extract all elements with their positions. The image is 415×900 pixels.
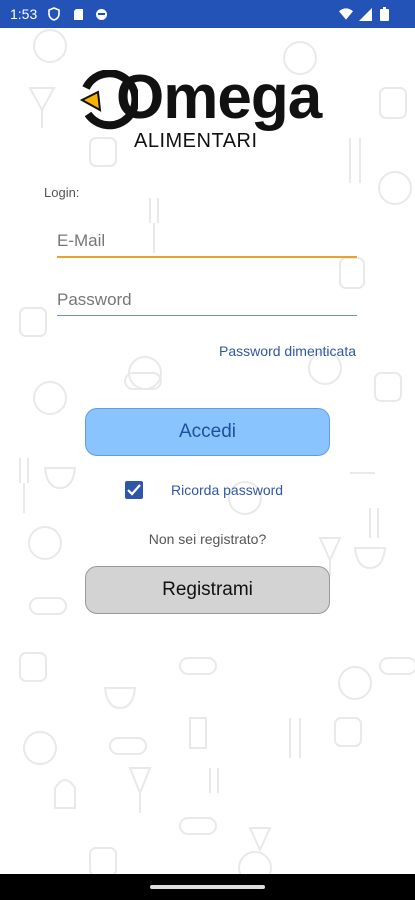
remember-password-checkbox[interactable] bbox=[125, 481, 143, 499]
email-field-container bbox=[57, 226, 357, 258]
login-section-label: Login: bbox=[44, 185, 80, 200]
navigation-bar bbox=[0, 874, 415, 900]
sim-card-icon bbox=[71, 7, 85, 21]
email-field[interactable] bbox=[57, 226, 357, 256]
logo-subtitle: ALIMENTARI bbox=[134, 130, 258, 152]
password-field-container bbox=[57, 285, 357, 316]
remember-password-label: Ricorda password bbox=[171, 482, 284, 498]
forgot-password-link[interactable]: Password dimenticata bbox=[219, 343, 356, 359]
face-icon bbox=[94, 7, 108, 21]
wifi-icon bbox=[339, 7, 353, 21]
logo-wordmark: Omega bbox=[116, 63, 322, 132]
home-gesture-handle[interactable] bbox=[150, 885, 265, 889]
battery-icon bbox=[377, 7, 391, 21]
not-registered-text: Non sei registrato? bbox=[148, 531, 267, 547]
remember-password-row[interactable]: Ricorda password bbox=[125, 481, 283, 499]
status-time: 1:53 bbox=[10, 6, 38, 22]
status-bar: 1:53 bbox=[0, 0, 415, 28]
signal-icon bbox=[358, 7, 372, 21]
login-button[interactable]: Accedi bbox=[85, 408, 330, 456]
brand-logo: Omega ALIMENTARI bbox=[78, 63, 343, 154]
shield-icon bbox=[47, 7, 61, 21]
password-field[interactable] bbox=[57, 285, 357, 315]
checkmark-icon bbox=[127, 484, 141, 496]
register-button[interactable]: Registrami bbox=[85, 566, 330, 614]
